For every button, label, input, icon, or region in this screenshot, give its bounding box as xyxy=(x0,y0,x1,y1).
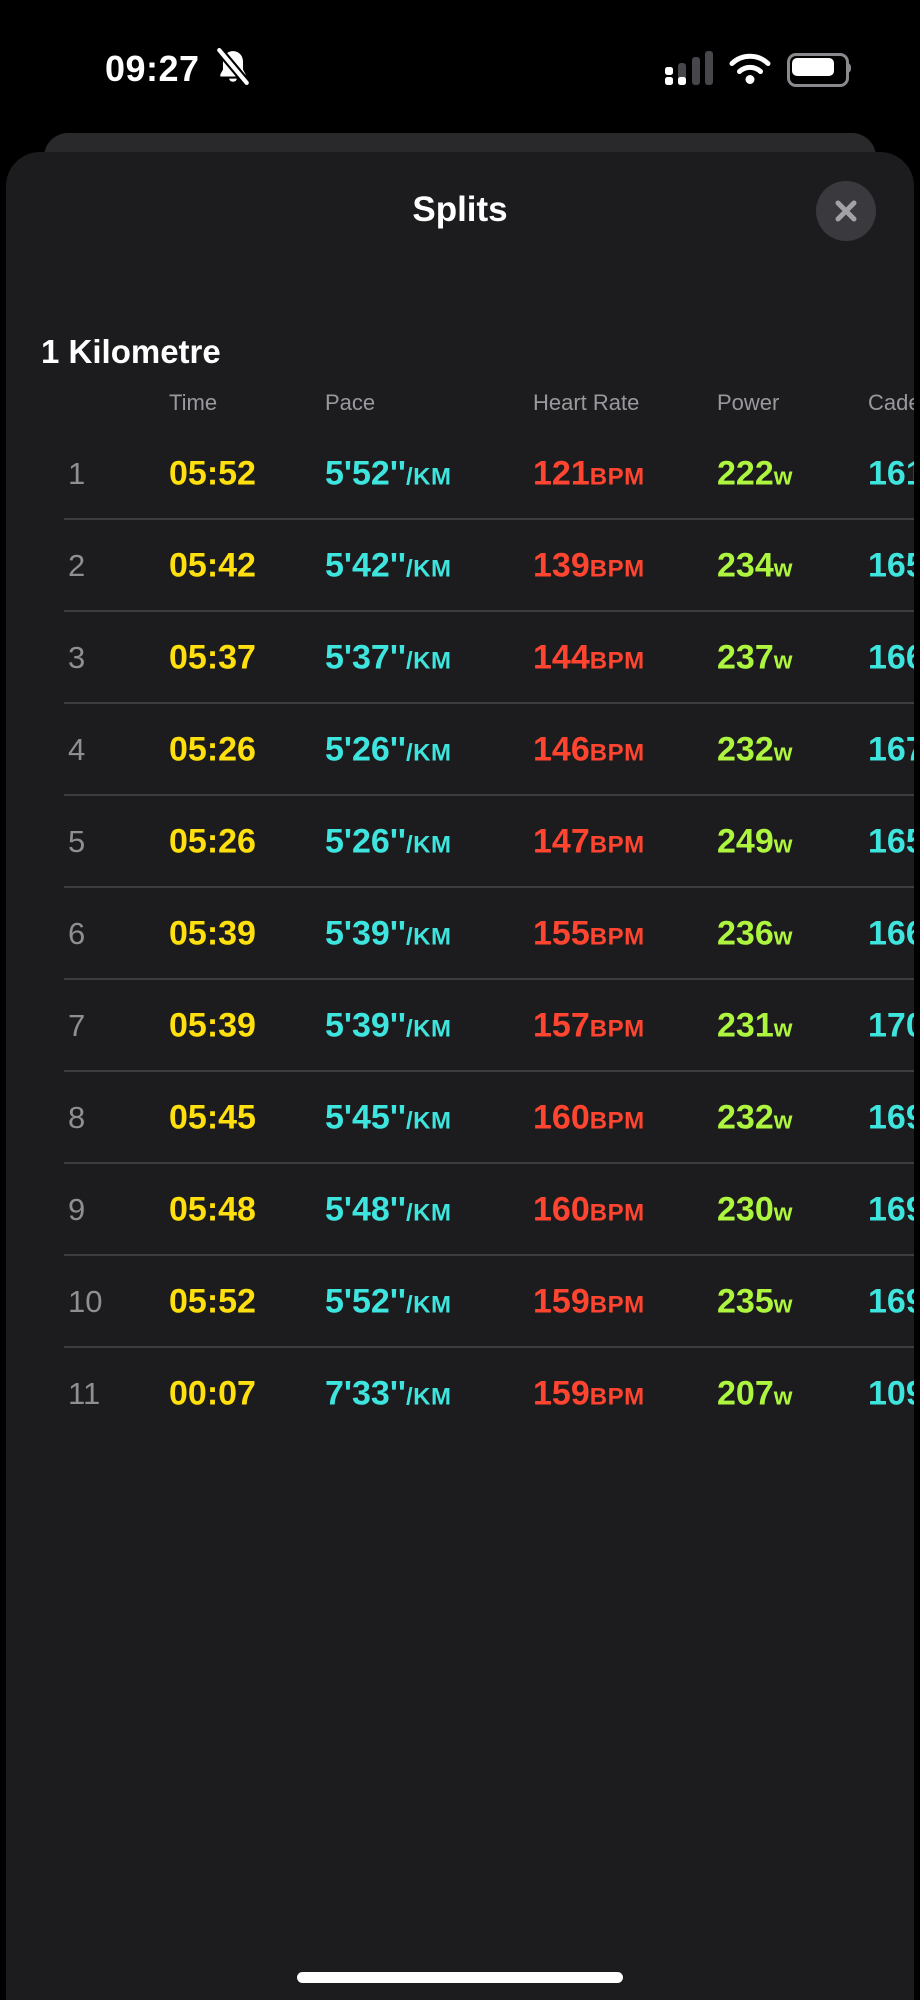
split-index: 1 xyxy=(68,456,86,491)
split-row: 6 05:39 5'39''/KM 155BPM 236w 166 xyxy=(6,888,914,980)
status-icons xyxy=(665,48,854,88)
split-cadence: 167 xyxy=(868,730,914,769)
split-power: 232w xyxy=(717,730,793,769)
split-cadence: 166 xyxy=(868,638,914,677)
split-row: 3 05:37 5'37''/KM 144BPM 237w 166 xyxy=(6,612,914,704)
split-pace: 5'52''/KM xyxy=(325,454,452,493)
split-cadence: 170 xyxy=(868,1006,914,1045)
section-title: 1 Kilometre xyxy=(41,333,221,370)
split-row: 2 05:42 5'42''/KM 139BPM 234w 165 xyxy=(6,520,914,612)
split-power: 230w xyxy=(717,1190,793,1229)
split-index: 5 xyxy=(68,824,86,859)
close-icon xyxy=(835,200,857,222)
column-header-cadence: Cadence xyxy=(868,390,914,415)
column-header-time: Time xyxy=(169,390,218,415)
split-power: 234w xyxy=(717,546,793,585)
column-header-heart-rate: Heart Rate xyxy=(533,390,640,415)
battery-icon xyxy=(787,52,854,87)
split-row: 1 05:52 5'52''/KM 121BPM 222w 161 xyxy=(6,428,914,520)
split-index: 11 xyxy=(68,1376,101,1411)
close-button[interactable] xyxy=(816,181,876,241)
split-power: 237w xyxy=(717,638,793,677)
split-pace: 5'45''/KM xyxy=(325,1098,452,1137)
split-power: 235w xyxy=(717,1282,793,1321)
split-heart-rate: 159BPM xyxy=(533,1374,645,1413)
split-cadence: 166 xyxy=(868,914,914,953)
splits-table[interactable]: 1 05:52 5'52''/KM 121BPM 222w 161 2 05:4… xyxy=(6,428,914,1440)
split-pace: 5'39''/KM xyxy=(325,914,452,953)
status-bar: 09:27 xyxy=(0,0,920,110)
split-cadence: 169 xyxy=(868,1190,914,1229)
split-pace: 5'37''/KM xyxy=(325,638,452,677)
bell-slash-icon xyxy=(215,45,251,91)
split-heart-rate: 121BPM xyxy=(533,454,645,493)
split-time: 05:26 xyxy=(169,730,256,769)
split-index: 3 xyxy=(68,640,86,675)
split-row: 9 05:48 5'48''/KM 160BPM 230w 169 xyxy=(6,1164,914,1256)
split-index: 9 xyxy=(68,1192,86,1227)
split-index: 10 xyxy=(68,1284,103,1319)
split-time: 05:39 xyxy=(169,1006,256,1045)
split-index: 2 xyxy=(68,548,86,583)
split-power: 231w xyxy=(717,1006,793,1045)
split-heart-rate: 147BPM xyxy=(533,822,645,861)
split-row: 7 05:39 5'39''/KM 157BPM 231w 170 xyxy=(6,980,914,1072)
split-row: 11 00:07 7'33''/KM 159BPM 207w 109 xyxy=(6,1348,914,1440)
column-header-pace: Pace xyxy=(325,390,376,415)
split-index: 4 xyxy=(68,732,86,767)
split-power: 207w xyxy=(717,1374,793,1413)
split-time: 05:26 xyxy=(169,822,256,861)
column-header-power: Power xyxy=(717,390,780,415)
cellular-signal-icon xyxy=(665,51,713,85)
split-heart-rate: 146BPM xyxy=(533,730,645,769)
split-row: 4 05:26 5'26''/KM 146BPM 232w 167 xyxy=(6,704,914,796)
split-pace: 5'48''/KM xyxy=(325,1190,452,1229)
home-indicator[interactable] xyxy=(297,1972,623,1983)
split-heart-rate: 159BPM xyxy=(533,1282,645,1321)
split-cadence: 109 xyxy=(868,1374,914,1413)
split-pace: 5'39''/KM xyxy=(325,1006,452,1045)
split-cadence: 169 xyxy=(868,1098,914,1137)
split-time: 05:48 xyxy=(169,1190,256,1229)
split-pace: 5'42''/KM xyxy=(325,546,452,585)
split-cadence: 161 xyxy=(868,454,914,493)
split-heart-rate: 160BPM xyxy=(533,1190,645,1229)
split-heart-rate: 157BPM xyxy=(533,1006,645,1045)
split-power: 236w xyxy=(717,914,793,953)
split-pace: 5'52''/KM xyxy=(325,1282,452,1321)
status-time: 09:27 xyxy=(105,48,200,89)
split-time: 05:39 xyxy=(169,914,256,953)
battery-fill xyxy=(792,58,834,76)
split-index: 8 xyxy=(68,1100,86,1135)
split-cadence: 165 xyxy=(868,546,914,585)
splits-sheet: Splits 1 Kilometre Time Pace Heart Rate … xyxy=(6,152,914,2000)
split-power: 249w xyxy=(717,822,793,861)
split-heart-rate: 139BPM xyxy=(533,546,645,585)
sheet-title: Splits xyxy=(412,190,508,229)
column-headers: Time Pace Heart Rate Power Cadence xyxy=(6,390,914,422)
split-row: 5 05:26 5'26''/KM 147BPM 249w 165 xyxy=(6,796,914,888)
iphone-screen: 09:27 Splits 1 Kilometre Time Pace Heart… xyxy=(0,0,920,2000)
split-time: 05:52 xyxy=(169,454,256,493)
split-time: 05:42 xyxy=(169,546,256,585)
split-row: 8 05:45 5'45''/KM 160BPM 232w 169 xyxy=(6,1072,914,1164)
split-time: 05:45 xyxy=(169,1098,256,1137)
split-row: 10 05:52 5'52''/KM 159BPM 235w 169 xyxy=(6,1256,914,1348)
split-power: 222w xyxy=(717,454,793,493)
split-heart-rate: 144BPM xyxy=(533,638,645,677)
split-heart-rate: 160BPM xyxy=(533,1098,645,1137)
split-time: 05:37 xyxy=(169,638,256,677)
split-cadence: 165 xyxy=(868,822,914,861)
split-index: 7 xyxy=(68,1008,86,1043)
split-heart-rate: 155BPM xyxy=(533,914,645,953)
split-pace: 5'26''/KM xyxy=(325,730,452,769)
split-power: 232w xyxy=(717,1098,793,1137)
split-index: 6 xyxy=(68,916,86,951)
split-pace: 7'33''/KM xyxy=(325,1374,452,1413)
wifi-icon xyxy=(729,53,771,84)
split-time: 00:07 xyxy=(169,1374,256,1413)
split-time: 05:52 xyxy=(169,1282,256,1321)
split-pace: 5'26''/KM xyxy=(325,822,452,861)
split-cadence: 169 xyxy=(868,1282,914,1321)
